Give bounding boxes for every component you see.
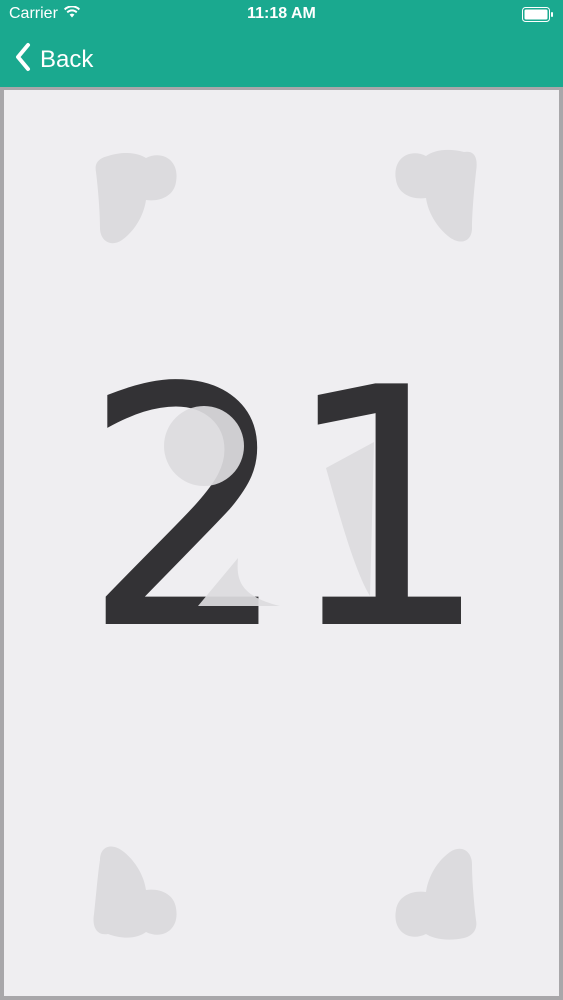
back-label: Back [40, 45, 94, 73]
heart-icon [395, 149, 477, 242]
chevron-left-icon [14, 42, 32, 77]
card-value: 21 [81, 318, 492, 702]
card[interactable]: 21 [0, 87, 563, 1000]
heart-icon [395, 848, 477, 940]
navigation-bar: Back [0, 30, 563, 87]
battery-icon [522, 7, 554, 22]
status-time: 11:18 AM [247, 5, 316, 22]
status-bar: Carrier 11:18 AM [0, 0, 563, 30]
back-button[interactable]: Back [14, 42, 93, 77]
heart-icon [93, 846, 177, 938]
heart-icon [95, 152, 177, 244]
